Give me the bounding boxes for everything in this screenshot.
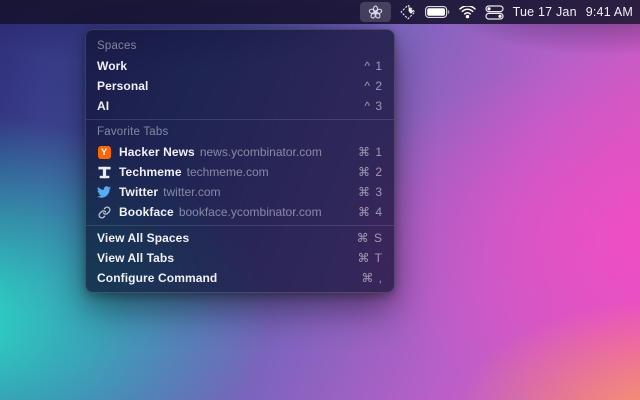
marker-icon[interactable] xyxy=(400,2,416,22)
menu-item-label: Bookface xyxy=(119,205,174,219)
menu-bar: Tue 17 Jan 9:41 AM xyxy=(0,0,640,24)
menu-item-url: news.ycombinator.com xyxy=(200,145,322,159)
techmeme-icon xyxy=(97,165,111,179)
actions-section: View All Spaces ⌘ S View All Tabs ⌘ T Co… xyxy=(86,226,394,291)
menu-item-hacker-news[interactable]: Y Hacker News news.ycombinator.com ⌘ 1 xyxy=(86,142,394,162)
menu-item-bookface[interactable]: Bookface bookface.ycombinator.com ⌘ 4 xyxy=(86,202,394,222)
menubar-date[interactable]: Tue 17 Jan xyxy=(513,5,577,19)
spaces-section: Spaces Work ^ 1 Personal ^ 2 AI ^ 3 xyxy=(86,30,394,119)
battery-glyph xyxy=(425,6,450,18)
menu-item-personal[interactable]: Personal ^ 2 xyxy=(86,76,394,96)
menu-item-work[interactable]: Work ^ 1 xyxy=(86,56,394,76)
favorite-tabs-section: Favorite Tabs Y Hacker News news.ycombin… xyxy=(86,120,394,225)
shortcut-hint: ⌘ 3 xyxy=(358,185,383,199)
menu-item-label: Configure Command xyxy=(97,271,217,285)
spaces-header: Spaces xyxy=(86,36,394,56)
flower-scribble-glyph xyxy=(366,5,385,20)
battery-icon[interactable] xyxy=(425,2,450,22)
marker-glyph xyxy=(400,4,416,20)
menu-item-label: Twitter xyxy=(119,185,158,199)
shortcut-hint: ^ 2 xyxy=(364,79,383,93)
shortcut-hint: ⌘ T xyxy=(358,251,383,265)
shortcut-hint: ⌘ , xyxy=(361,271,383,285)
toggles-icon[interactable] xyxy=(485,2,504,22)
twitter-bird-icon xyxy=(97,185,111,199)
shortcut-hint: ^ 1 xyxy=(364,59,383,73)
menu-item-label: View All Tabs xyxy=(97,251,174,265)
shortcut-hint: ⌘ 2 xyxy=(358,165,383,179)
menubar-time[interactable]: 9:41 AM xyxy=(586,5,633,19)
menu-item-label: Techmeme xyxy=(119,165,182,179)
toggles-glyph xyxy=(485,5,504,20)
command-dropdown-menu: Spaces Work ^ 1 Personal ^ 2 AI ^ 3 Favo… xyxy=(85,29,395,293)
menu-item-configure-command[interactable]: Configure Command ⌘ , xyxy=(86,268,394,288)
menu-item-view-all-tabs[interactable]: View All Tabs ⌘ T xyxy=(86,248,394,268)
menu-item-url: techmeme.com xyxy=(187,165,269,179)
menu-item-view-all-spaces[interactable]: View All Spaces ⌘ S xyxy=(86,228,394,248)
menu-item-label: AI xyxy=(97,99,109,113)
menu-item-label: View All Spaces xyxy=(97,231,189,245)
menu-item-techmeme[interactable]: Techmeme techmeme.com ⌘ 2 xyxy=(86,162,394,182)
menu-item-url: bookface.ycombinator.com xyxy=(179,205,322,219)
menu-item-ai[interactable]: AI ^ 3 xyxy=(86,96,394,116)
menu-item-label: Work xyxy=(97,59,127,73)
hacker-news-icon: Y xyxy=(97,145,111,159)
shortcut-hint: ⌘ 4 xyxy=(358,205,383,219)
shortcut-hint: ⌘ S xyxy=(357,231,383,245)
menu-item-twitter[interactable]: Twitter twitter.com ⌘ 3 xyxy=(86,182,394,202)
shortcut-hint: ^ 3 xyxy=(364,99,383,113)
menu-item-url: twitter.com xyxy=(163,185,220,199)
wifi-icon[interactable] xyxy=(459,2,476,22)
menu-item-label: Personal xyxy=(97,79,149,93)
link-icon xyxy=(97,205,111,219)
shortcut-hint: ⌘ 1 xyxy=(358,145,383,159)
favorite-tabs-header: Favorite Tabs xyxy=(86,122,394,142)
command-flower-icon[interactable] xyxy=(360,2,391,22)
menu-item-label: Hacker News xyxy=(119,145,195,159)
wifi-glyph xyxy=(459,6,476,19)
